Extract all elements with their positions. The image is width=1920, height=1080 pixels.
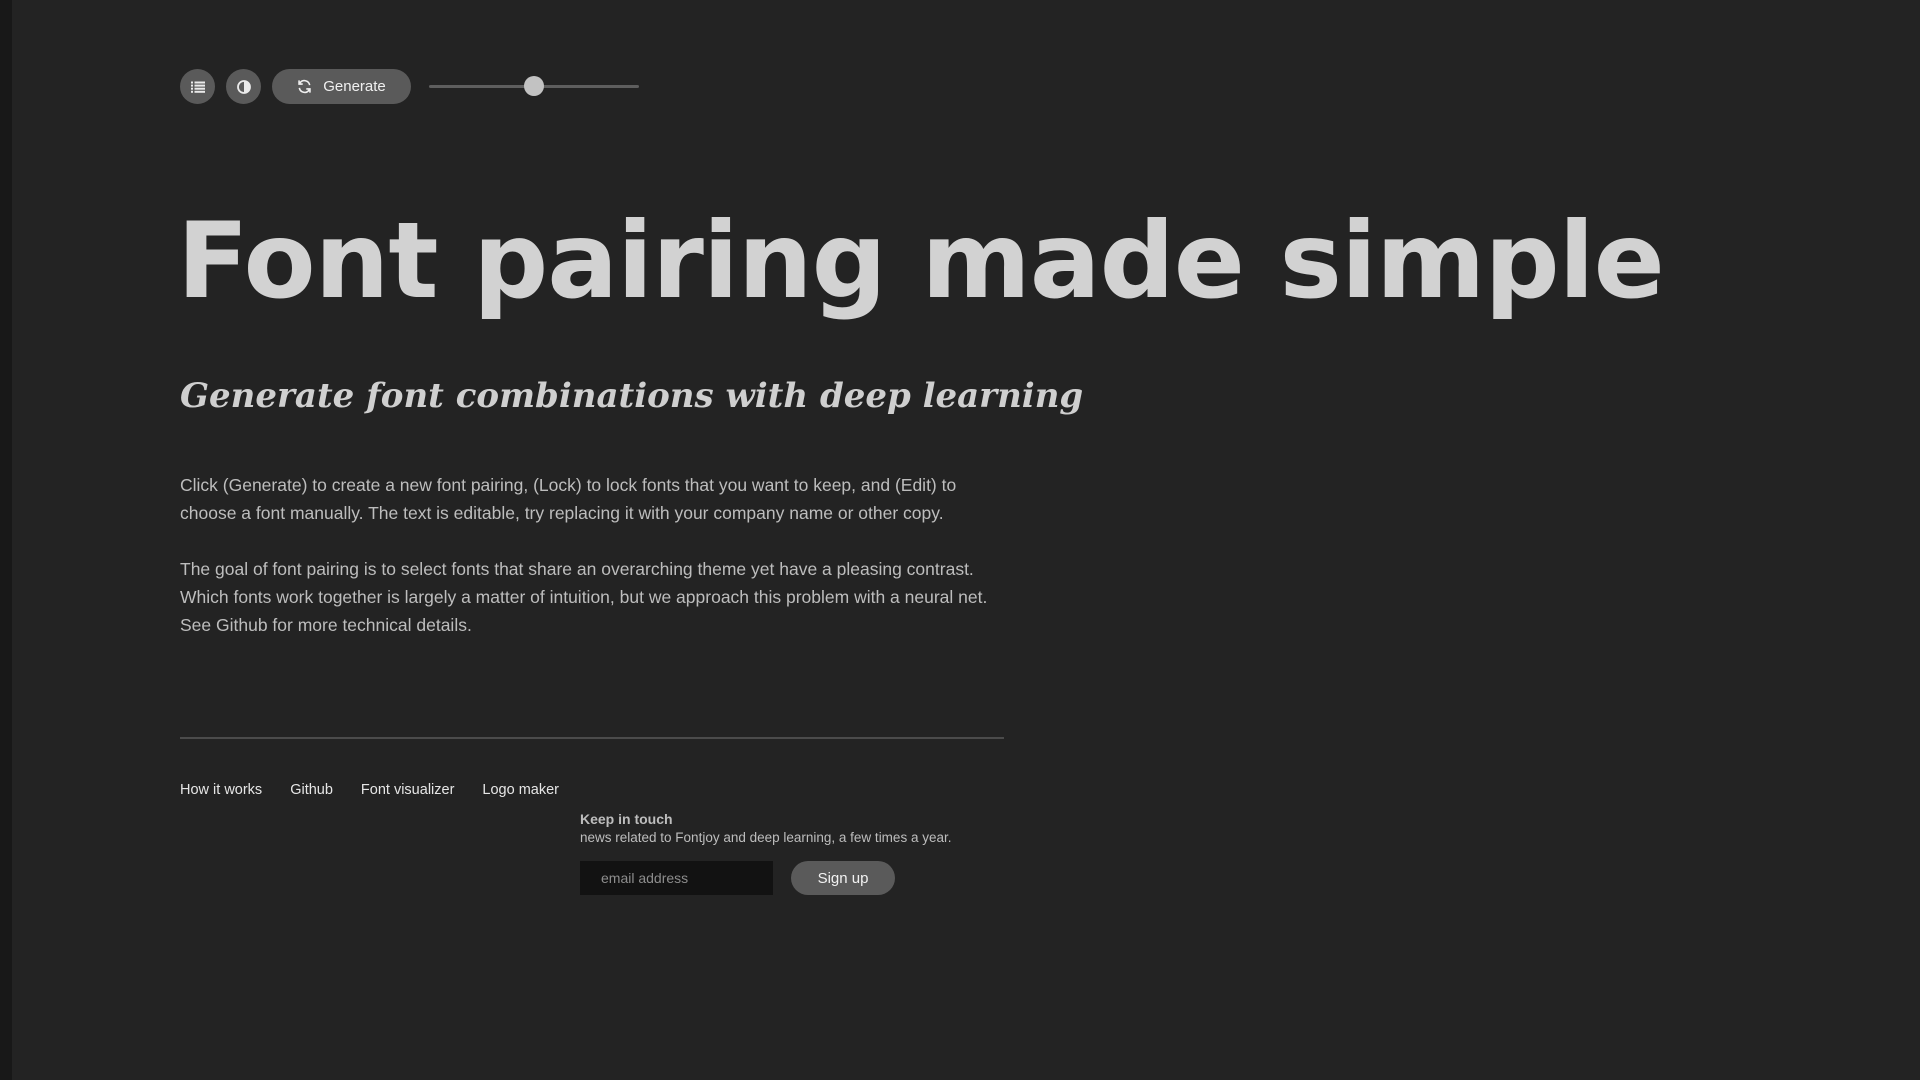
body-paragraph-intro[interactable]: Click (Generate) to create a new font pa… xyxy=(180,471,1010,527)
link-font-visualizer[interactable]: Font visualizer xyxy=(361,782,454,798)
newsletter-title: Keep in touch xyxy=(580,811,673,827)
page-title[interactable]: Font pairing made simple xyxy=(177,196,1665,326)
left-edge-strip xyxy=(0,0,12,1080)
list-icon xyxy=(190,81,205,93)
email-input[interactable] xyxy=(580,861,773,895)
body-paragraph-goal[interactable]: The goal of font pairing is to select fo… xyxy=(180,555,1010,639)
page: Generate Font pairing made simple Genera… xyxy=(177,0,1780,1080)
refresh-icon xyxy=(297,79,312,94)
link-logo-maker[interactable]: Logo maker xyxy=(482,782,559,798)
contrast-toggle-button[interactable] xyxy=(226,69,261,104)
footer-nav: How it works Github Font visualizer Logo… xyxy=(180,782,587,798)
link-github[interactable]: Github xyxy=(290,782,333,798)
toolbar: Generate xyxy=(180,69,639,104)
contrast-slider[interactable] xyxy=(429,69,639,104)
link-how-it-works[interactable]: How it works xyxy=(180,782,262,798)
list-button[interactable] xyxy=(180,69,215,104)
generate-label: Generate xyxy=(323,78,386,95)
page-subtitle[interactable]: Generate font combinations with deep lea… xyxy=(180,370,1083,422)
signup-button[interactable]: Sign up xyxy=(791,861,895,895)
divider xyxy=(180,737,1004,739)
generate-button[interactable]: Generate xyxy=(272,69,411,104)
newsletter-form: Sign up xyxy=(580,861,1020,895)
contrast-icon xyxy=(236,79,251,94)
slider-thumb[interactable] xyxy=(524,76,544,96)
newsletter-signup: Keep in touch news related to Fontjoy an… xyxy=(580,810,1020,895)
newsletter-description: news related to Fontjoy and deep learnin… xyxy=(580,830,952,845)
